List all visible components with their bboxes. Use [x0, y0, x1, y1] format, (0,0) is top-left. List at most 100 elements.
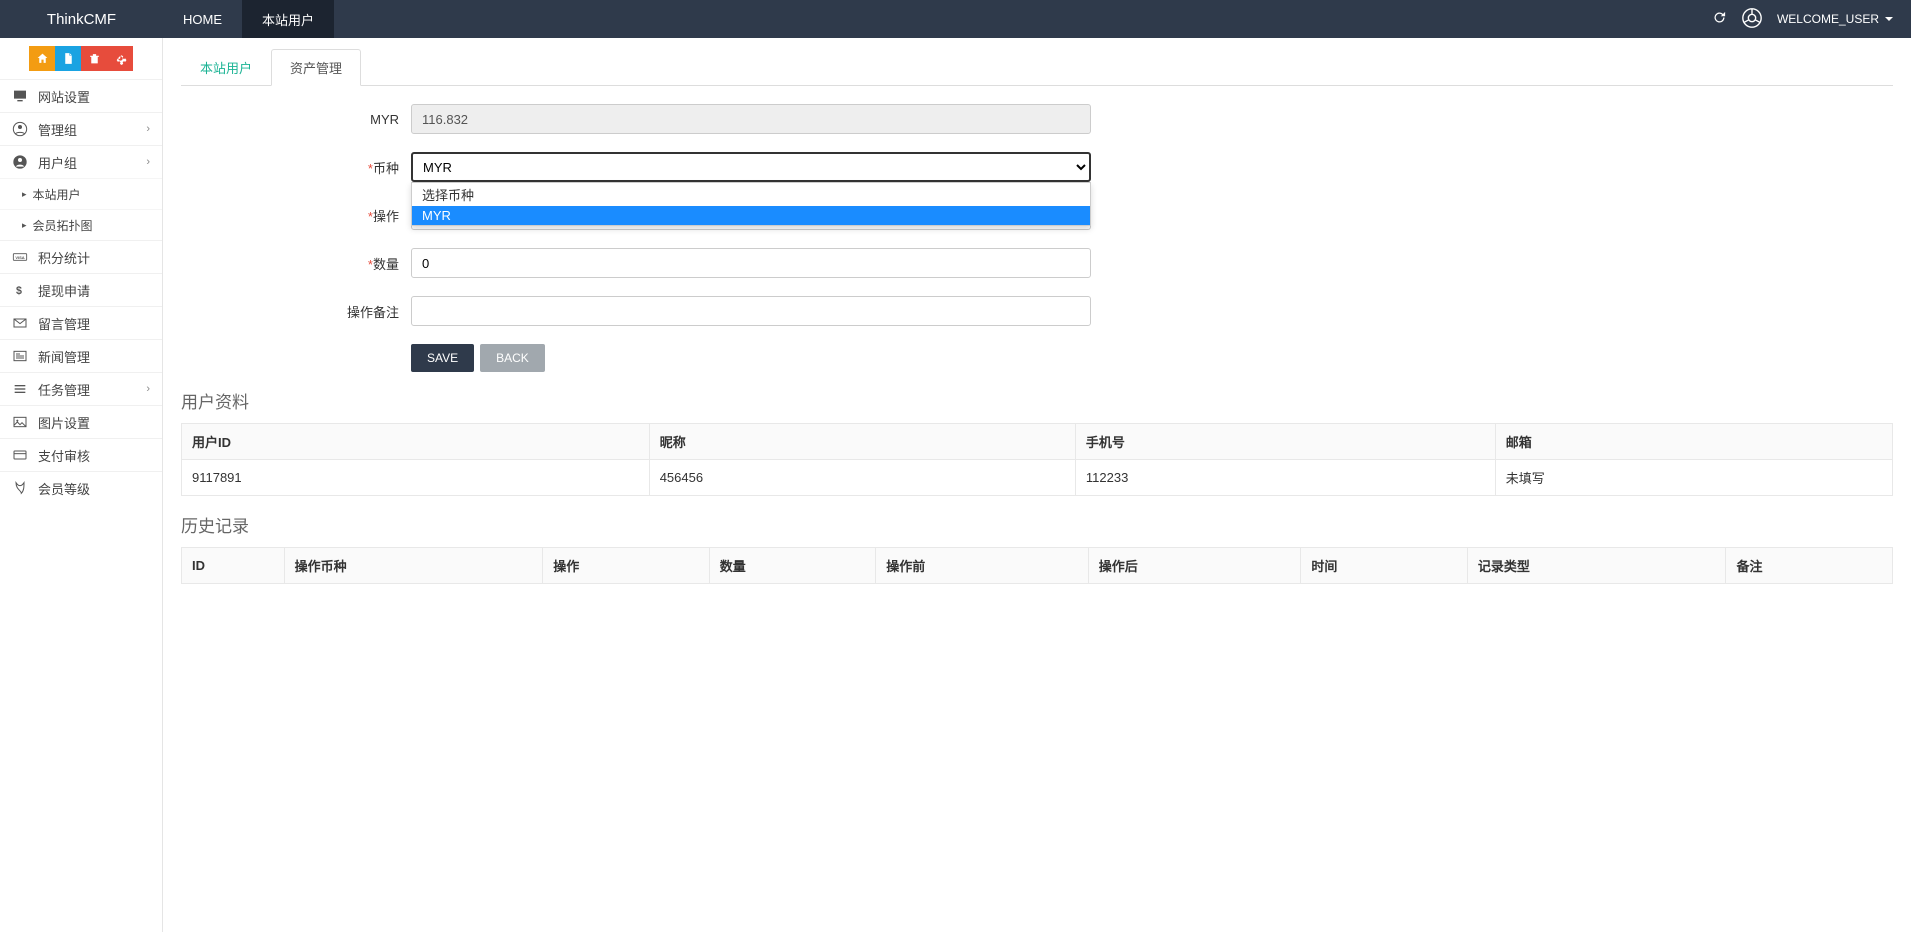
top-navbar: ThinkCMF HOME 本站用户 WELCOME_USER [0, 0, 1911, 38]
sidebar-item-member-level[interactable]: 会员等级 [0, 471, 162, 504]
toolbar-home-button[interactable] [29, 46, 55, 71]
caret-down-icon [1885, 17, 1893, 21]
sidebar-item-news[interactable]: 新闻管理 [0, 339, 162, 372]
currency-option-myr[interactable]: MYR [412, 206, 1090, 225]
th-op: 操作 [543, 548, 710, 584]
toolbar-settings-button[interactable] [107, 46, 133, 71]
remark-label: 操作备注 [181, 302, 411, 321]
monitor-icon [12, 88, 28, 104]
nav-tab-users[interactable]: 本站用户 [242, 0, 334, 38]
sidebar-item-points[interactable]: VISA 积分统计 [0, 240, 162, 273]
sidebar-item-label: 支付审核 [38, 446, 90, 465]
sidebar-item-label: 网站设置 [38, 87, 90, 106]
globe-icon[interactable] [1741, 7, 1763, 32]
th-id: ID [182, 548, 285, 584]
sidebar-sub-label: 会员拓扑图 [33, 217, 93, 234]
visa-icon: VISA [12, 249, 28, 265]
cell-email: 未填写 [1495, 460, 1892, 496]
cell-nickname: 456456 [649, 460, 1075, 496]
sidebar-item-messages[interactable]: 留言管理 [0, 306, 162, 339]
op-label: *操作 [181, 206, 411, 225]
currency-select[interactable]: MYR [411, 152, 1091, 182]
image-icon [12, 414, 28, 430]
sidebar-item-label: 图片设置 [38, 413, 90, 432]
sidebar-item-images[interactable]: 图片设置 [0, 405, 162, 438]
dollar-icon: $ [12, 282, 28, 298]
user-info-title: 用户资料 [181, 388, 1893, 413]
th-record-type: 记录类型 [1467, 548, 1726, 584]
qty-label: *数量 [181, 254, 411, 273]
save-button[interactable]: SAVE [411, 344, 474, 372]
brand: ThinkCMF [0, 0, 163, 38]
user-circle-icon [12, 154, 28, 170]
myr-value-input [411, 104, 1091, 134]
sidebar-item-label: 积分统计 [38, 248, 90, 267]
sidebar-item-site-settings[interactable]: 网站设置 [0, 79, 162, 112]
th-userid: 用户ID [182, 424, 650, 460]
sidebar-item-label: 提现申请 [38, 281, 90, 300]
th-email: 邮箱 [1495, 424, 1892, 460]
sidebar-item-withdraw[interactable]: $ 提现申请 [0, 273, 162, 306]
history-title: 历史记录 [181, 512, 1893, 537]
vine-icon [12, 480, 28, 496]
sidebar-item-tasks[interactable]: 任务管理 › [0, 372, 162, 405]
tab-site-users[interactable]: 本站用户 [181, 49, 271, 86]
card-icon [12, 447, 28, 463]
currency-dropdown: 选择币种 MYR [411, 182, 1091, 226]
th-before: 操作前 [876, 548, 1089, 584]
back-button[interactable]: BACK [480, 344, 545, 372]
sidebar-item-payment-review[interactable]: 支付审核 [0, 438, 162, 471]
sidebar-item-label: 新闻管理 [38, 347, 90, 366]
sidebar-item-user-group[interactable]: 用户组 › [0, 145, 162, 178]
sidebar-sub-member-topology[interactable]: 会员拓扑图 [0, 209, 162, 240]
history-table: ID 操作币种 操作 数量 操作前 操作后 时间 记录类型 备注 [181, 547, 1893, 584]
currency-option-placeholder[interactable]: 选择币种 [412, 183, 1090, 206]
asset-form: MYR *币种 MYR 选择币种 MYR *操作 [181, 104, 1893, 372]
cell-phone: 112233 [1075, 460, 1495, 496]
sidebar-sub-site-users[interactable]: 本站用户 [0, 178, 162, 209]
th-nickname: 昵称 [649, 424, 1075, 460]
myr-label: MYR [181, 112, 411, 127]
toolbar-file-button[interactable] [55, 46, 81, 71]
toolbar-delete-button[interactable] [81, 46, 107, 71]
chevron-right-icon: › [146, 156, 150, 168]
th-phone: 手机号 [1075, 424, 1495, 460]
user-info-table: 用户ID 昵称 手机号 邮箱 9117891 456456 112233 未填写 [181, 423, 1893, 496]
sidebar-item-label: 任务管理 [38, 380, 90, 399]
sidebar-item-label: 留言管理 [38, 314, 90, 333]
nav-tab-home[interactable]: HOME [163, 0, 242, 38]
sidebar: 网站设置 管理组 › 用户组 › 本站用户 会员拓扑图 VISA 积分统计 $ … [0, 38, 163, 932]
list-icon [12, 381, 28, 397]
sidebar-item-label: 管理组 [38, 120, 77, 139]
currency-label: *币种 [181, 158, 411, 177]
sidebar-sub-label: 本站用户 [33, 186, 81, 203]
svg-text:$: $ [16, 285, 22, 297]
tab-asset-manage[interactable]: 资产管理 [271, 49, 361, 86]
nav-right: WELCOME_USER [1712, 0, 1911, 38]
user-circle-icon [12, 121, 28, 137]
user-menu[interactable]: WELCOME_USER [1777, 12, 1893, 26]
qty-input[interactable] [411, 248, 1091, 278]
sidebar-toolbar [0, 38, 162, 79]
sidebar-item-label: 会员等级 [38, 479, 90, 498]
chevron-right-icon: › [146, 123, 150, 135]
nav-tabs: HOME 本站用户 [163, 0, 334, 38]
news-icon [12, 348, 28, 364]
table-row: 9117891 456456 112233 未填写 [182, 460, 1893, 496]
remark-input[interactable] [411, 296, 1091, 326]
th-remark: 备注 [1726, 548, 1893, 584]
cell-userid: 9117891 [182, 460, 650, 496]
th-op-currency: 操作币种 [284, 548, 543, 584]
content-area: 本站用户 资产管理 MYR *币种 MYR 选择币种 MYR [163, 38, 1911, 932]
sidebar-item-label: 用户组 [38, 153, 77, 172]
svg-text:VISA: VISA [15, 255, 24, 260]
sidebar-item-admin-group[interactable]: 管理组 › [0, 112, 162, 145]
th-qty: 数量 [709, 548, 876, 584]
th-after: 操作后 [1088, 548, 1301, 584]
refresh-icon[interactable] [1712, 10, 1727, 28]
mail-icon [12, 315, 28, 331]
chevron-right-icon: › [146, 383, 150, 395]
user-menu-label: WELCOME_USER [1777, 12, 1879, 26]
th-time: 时间 [1301, 548, 1468, 584]
content-tabs: 本站用户 资产管理 [181, 48, 1893, 86]
